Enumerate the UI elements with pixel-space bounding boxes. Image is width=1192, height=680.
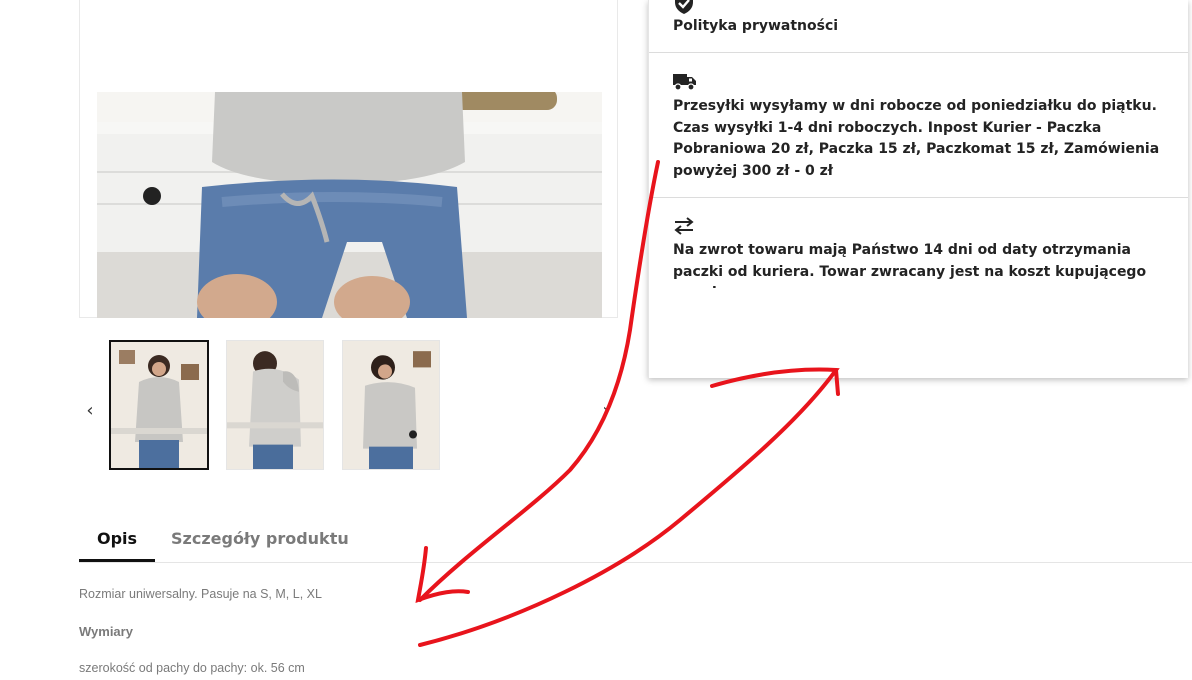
thumbnail-3[interactable] [342,340,440,470]
tab-product-details[interactable]: Szczegóły produktu [171,520,349,560]
main-product-image-frame [79,0,618,318]
thumbnail-2-image [227,341,323,469]
thumbnail-carousel: ‹ › [79,340,619,472]
returns-info-text: Na zwrot towaru mają Państwo 14 dni od d… [673,242,1147,288]
truck-icon [673,73,697,95]
thumbnail-1-image [111,342,207,468]
carousel-next-arrow-icon[interactable]: › [595,400,617,422]
divider [649,197,1188,198]
swap-arrows-icon [673,217,695,239]
description-dimensions-heading: Wymiary [79,624,133,639]
thumbnail-2[interactable] [226,340,324,470]
description-width-line: szerokość od pachy do pachy: ok. 56 cm [79,661,305,675]
thumbnail-1[interactable] [109,340,209,470]
tabs-underline [79,562,1192,563]
product-tabs: Opis Szczegóły produktu [79,520,1192,564]
description-size-line: Rozmiar uniwersalny. Pasuje na S, M, L, … [79,587,322,601]
privacy-policy-link[interactable]: Polityka prywatności [673,16,1165,38]
reassurance-panel: Polityka prywatności Przesyłki wysyłamy … [648,0,1188,378]
returns-info-block: Na zwrot towaru mają Państwo 14 dni od d… [649,240,1188,288]
carousel-prev-arrow-icon[interactable]: ‹ [79,400,101,422]
shipping-info-block: Przesyłki wysyłamy w dni robocze od poni… [649,96,1188,182]
divider [649,52,1188,53]
thumbnail-3-image [343,341,439,469]
privacy-policy-block[interactable]: Polityka prywatności [649,16,1188,38]
main-product-photo[interactable] [97,92,602,318]
tab-description[interactable]: Opis [79,520,156,562]
product-photo-illustration [97,92,602,318]
shipping-info-text: Przesyłki wysyłamy w dni robocze od poni… [673,98,1160,179]
